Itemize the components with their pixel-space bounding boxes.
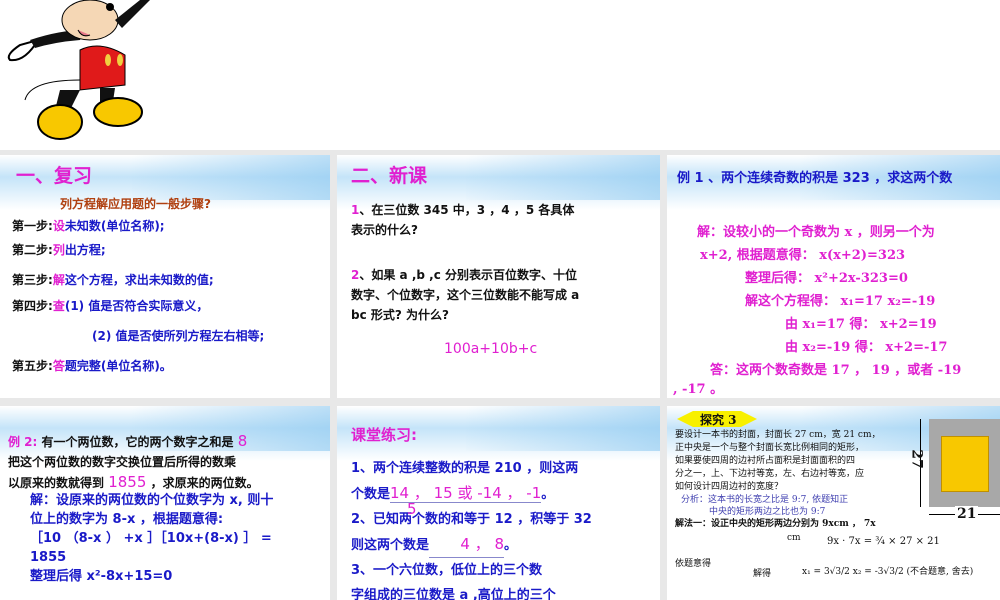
slide-new-lesson[interactable]: 二、新课 1、在三位数 345 中，3 ，4 ，5 各具体 表示的什么? 2、如果… <box>337 155 660 398</box>
inner-rectangle <box>941 436 989 492</box>
slide-title: 二、新课 <box>351 165 428 187</box>
slide-explore-3[interactable]: 探究 3 要设计一本书的封面，封面长 27 cm，宽 21 cm， 正中央是一个与… <box>667 406 1000 600</box>
solution: 解：设较小的一个奇数为 x ，则另一个为 x+2, 根据题意得： x(x+2)=… <box>673 225 962 397</box>
step: 第三步:解这个方程，求出未知数的值; <box>12 273 214 287</box>
slide-example-2[interactable]: 例 2: 有一个两位数，它的两个数字之和是 8 把这个两位数的数字交换位置后所得… <box>0 406 330 600</box>
slide-subtitle: 列方程解应用题的一般步骤? <box>60 197 211 211</box>
simplified-equation: 整理后得 x²-8x+15=0 <box>30 569 173 584</box>
step: 第五步:答题完整(单位名称)。 <box>12 359 172 373</box>
slide-practice[interactable]: 课堂练习: 1、两个连续整数的积是 210 ，则这两 个数是14 ， 15 或 … <box>337 406 660 600</box>
analysis: 分析：这本书的长宽之比是 9:7, 依题知正 中央的矩形两边之比也为 9:7 <box>681 495 849 517</box>
problem: 例 2: 有一个两位数，它的两个数字之和是 8 把这个两位数的数字交换位置后所得… <box>8 432 259 491</box>
answer: 100a+10b+c <box>444 341 538 357</box>
height-label: 27 <box>908 449 925 469</box>
width-label: 21 <box>955 506 979 522</box>
method: 解法一：设正中央的矩形两边分别为 9xcm ， 7x <box>675 519 876 529</box>
equation: 9x · 7x = ¾ × 27 × 21 <box>827 536 940 547</box>
slide-review[interactable]: 一、复习 列方程解应用题的一般步骤? 第一步:设未知数(单位名称); 第二步:列… <box>0 155 330 398</box>
slide-title: 一、复习 <box>16 165 93 187</box>
problem: 要设计一本书的封面，封面长 27 cm，宽 21 cm， 正中央是一个与整个封面长… <box>675 430 881 492</box>
step: 第二步:列出方程; <box>12 243 106 257</box>
top-banner <box>0 0 1000 150</box>
steps-list: 第一步:设未知数(单位名称); 第二步:列出方程; 第三步:解这个方程，求出未知… <box>12 220 264 372</box>
step: 第四步:查(1) 值是否符合实际意义， <box>12 299 209 313</box>
badge: 探究 3 <box>700 413 737 427</box>
step: 第一步:设未知数(单位名称); <box>12 219 165 233</box>
step: (2) 值是否使所列方程左右相等; <box>92 329 265 343</box>
question-2: 2、如果 a ,b ,c 分别表示百位数字、十位 数字、个位数字，这个三位数能不能… <box>351 268 580 322</box>
slide-title: 课堂练习: <box>351 426 417 444</box>
solution: 解：设原来的两位数的个位数字为 x, 则十 位上的数字为 8-x ，根据题意得:… <box>30 493 274 584</box>
book-cover-diagram <box>929 419 1000 507</box>
slide-title: 例 1 、两个连续奇数的积是 323 ，求这两个数 <box>677 171 953 186</box>
answer-2: 4 ， 8 <box>429 532 505 558</box>
slide-example-1[interactable]: 例 1 、两个连续奇数的积是 323 ，求这两个数 解：设较小的一个奇数为 x … <box>667 155 1000 398</box>
exercises: 1、两个连续整数的积是 210 ，则这两 个数是14 ， 15 或 -14 ， … <box>351 461 592 600</box>
solution: x₁ = 3√3/2 x₂ = -3√3/2 (不合题意, 舍去) <box>802 567 974 577</box>
cartoon-mouse-icon <box>7 0 150 140</box>
question-1: 1、在三位数 345 中，3 ，4 ，5 各具体 表示的什么? <box>351 203 575 237</box>
